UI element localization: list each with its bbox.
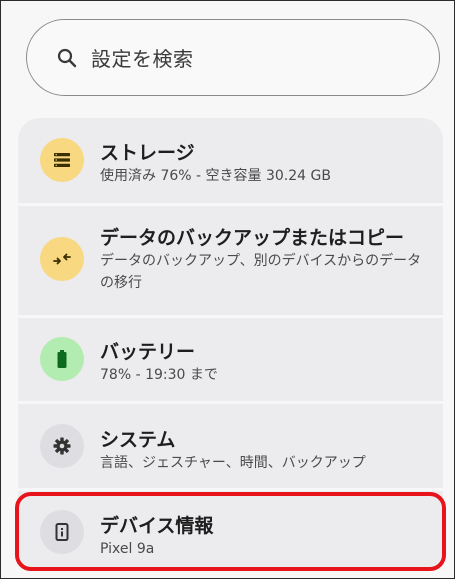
search-input[interactable]: 設定を検索 [26,19,440,96]
backup-transfer-icon [40,237,84,281]
battery-subtitle: 78% - 19:30 まで [100,367,218,383]
device-info-subtitle: Pixel 9a [100,541,155,557]
backup-subtitle: データのバックアップ、別のデバイスからのデータの移行 [100,253,422,291]
settings-screen: 設定を検索 ストレージ 使用済み 76% - 空き容量 30.24 GB データ… [0,0,455,579]
device-info-icon [40,510,84,554]
system-subtitle: 言語、ジェスチャー、時間、バックアップ [100,455,366,471]
settings-item-device-info[interactable]: デバイス情報 Pixel 9a [18,491,443,571]
system-title: システム [100,429,176,451]
backup-title: データのバックアップまたはコピー [100,227,405,249]
device-info-title: デバイス情報 [100,515,214,537]
settings-item-battery[interactable]: バッテリー 78% - 19:30 まで [18,318,443,401]
settings-item-storage[interactable]: ストレージ 使用済み 76% - 空き容量 30.24 GB [18,118,443,203]
battery-icon [40,337,84,381]
storage-subtitle: 使用済み 76% - 空き容量 30.24 GB [100,168,331,184]
search-placeholder: 設定を検索 [91,47,194,71]
settings-item-backup[interactable]: データのバックアップまたはコピー データのバックアップ、別のデバイスからのデータ… [18,206,443,315]
settings-item-system[interactable]: システム 言語、ジェスチャー、時間、バックアップ [18,404,443,488]
gear-icon [40,424,84,468]
search-icon [55,46,79,70]
storage-icon [40,138,84,182]
storage-title: ストレージ [100,142,195,164]
battery-title: バッテリー [100,341,196,363]
